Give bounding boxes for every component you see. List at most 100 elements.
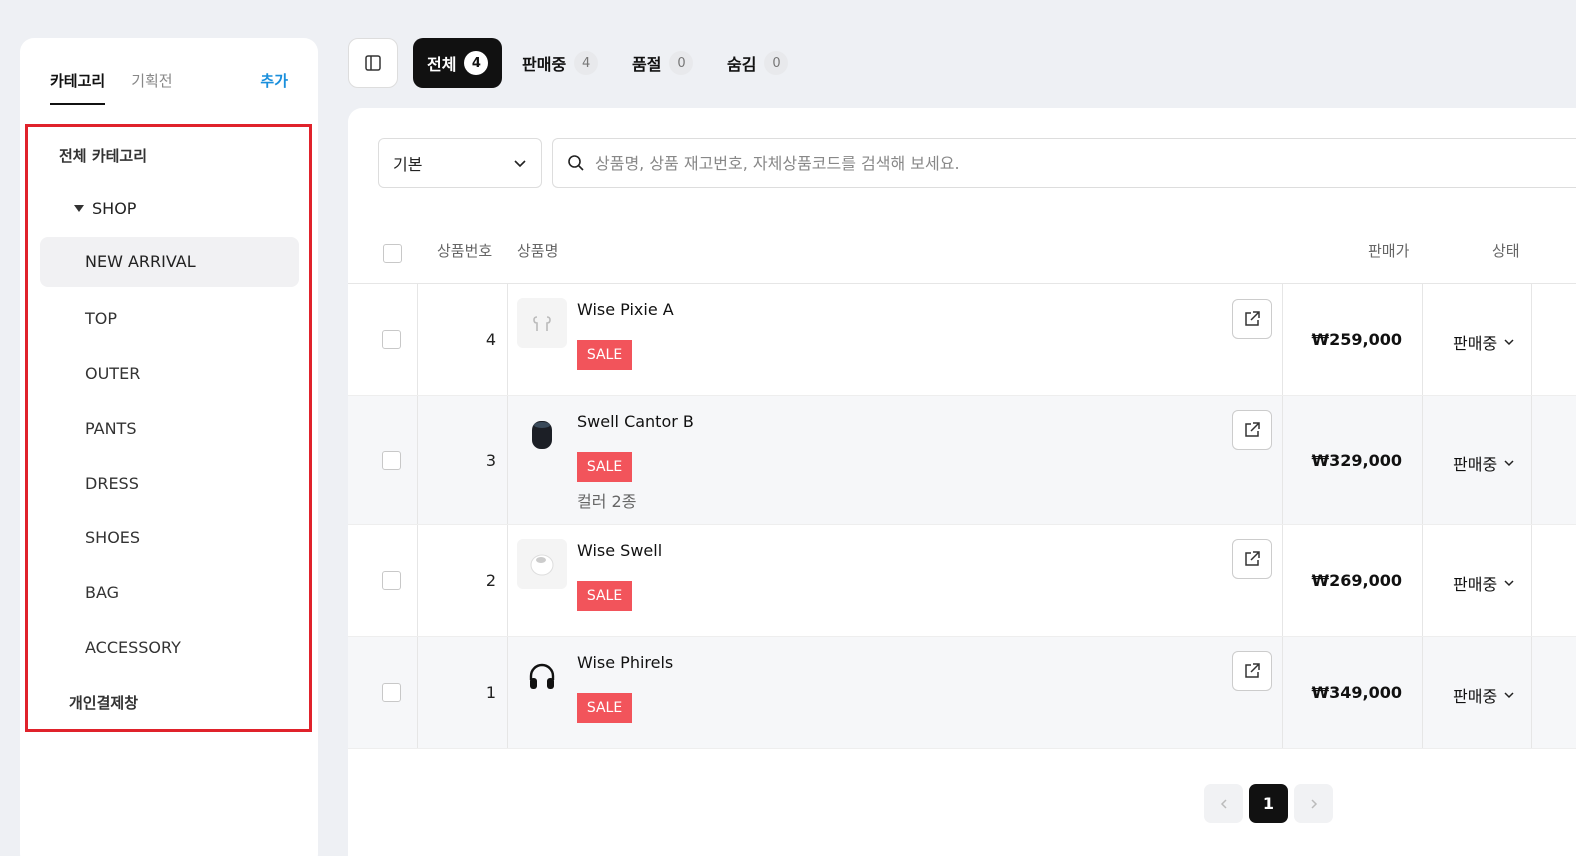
category-dress[interactable]: DRESS [85, 474, 139, 493]
product-number: 1 [485, 683, 496, 702]
status-tab-hidden[interactable]: 숨김 0 [727, 38, 789, 88]
product-thumbnail[interactable] [517, 298, 567, 348]
category-outer[interactable]: OUTER [85, 364, 140, 383]
select-all-checkbox[interactable] [383, 244, 402, 263]
external-link-icon [1245, 551, 1260, 566]
sort-select-value: 기본 [393, 155, 423, 174]
next-page-button[interactable] [1294, 784, 1333, 823]
speaker-icon [532, 421, 552, 449]
status-value: 판매중 [1453, 334, 1498, 353]
tab-category[interactable]: 카테고리 [50, 70, 106, 105]
chevron-left-icon [1220, 798, 1227, 809]
row-checkbox[interactable] [382, 683, 401, 702]
product-list-panel: 기본 상품번호 상품명 판매가 상태 4 Wise Pixie A SALE ₩… [348, 108, 1576, 856]
product-number: 3 [485, 451, 496, 470]
tab-exhibition[interactable]: 기획전 [131, 70, 172, 105]
category-bag[interactable]: BAG [85, 583, 119, 602]
table-row[interactable]: 3 Swell Cantor B SALE 컬러 2종 ₩329,000 판매중 [348, 396, 1576, 525]
product-thumbnail[interactable] [517, 539, 567, 589]
product-name[interactable]: Wise Pixie A [577, 300, 674, 319]
chevron-down-icon [514, 160, 526, 168]
external-link-icon [1245, 422, 1260, 437]
category-shop-label: SHOP [92, 199, 137, 218]
category-private-payment[interactable]: 개인결제창 [69, 692, 138, 713]
chevron-down-icon [1504, 460, 1514, 467]
status-tab-count: 4 [464, 51, 489, 75]
open-external-button[interactable] [1232, 299, 1272, 339]
status-value: 판매중 [1453, 687, 1498, 706]
category-pants[interactable]: PANTS [85, 419, 136, 438]
open-external-button[interactable] [1232, 539, 1272, 579]
product-thumbnail[interactable] [517, 410, 567, 460]
category-tree: 전체 카테고리 SHOP NEW ARRIVAL TOP OUTER PANTS… [25, 124, 312, 732]
category-sidebar: 카테고리 기획전 추가 전체 카테고리 SHOP NEW ARRIVAL TOP… [20, 38, 318, 856]
status-tab-label: 숨김 [727, 55, 757, 74]
product-price: ₩269,000 [1311, 571, 1402, 590]
sale-badge: SALE [577, 452, 632, 482]
product-name[interactable]: Wise Swell [577, 541, 662, 560]
header-status: 상태 [1492, 242, 1520, 260]
category-shop[interactable]: SHOP [74, 199, 136, 218]
pagination: 1 [1204, 784, 1333, 823]
category-top[interactable]: TOP [85, 309, 117, 328]
status-tab-all[interactable]: 전체 4 [413, 38, 503, 88]
product-name[interactable]: Swell Cantor B [577, 412, 694, 431]
status-tab-sold-out[interactable]: 품절 0 [632, 38, 694, 88]
product-price: ₩259,000 [1311, 330, 1402, 349]
status-tab-label: 전체 [427, 55, 457, 74]
category-new-arrival[interactable]: NEW ARRIVAL [40, 237, 299, 287]
table-row[interactable]: 4 Wise Pixie A SALE ₩259,000 판매중 [348, 284, 1576, 396]
status-dropdown[interactable]: 판매중 [1453, 330, 1515, 354]
category-accessory[interactable]: ACCESSORY [85, 638, 181, 657]
status-dropdown[interactable]: 판매중 [1453, 571, 1515, 595]
open-external-button[interactable] [1232, 651, 1272, 691]
earbuds-icon [533, 316, 551, 331]
product-number: 2 [485, 571, 496, 590]
header-product-no: 상품번호 [437, 242, 493, 260]
status-value: 판매중 [1453, 575, 1498, 594]
sale-badge: SALE [577, 693, 632, 723]
chevron-down-icon [1504, 692, 1514, 699]
external-link-icon [1245, 311, 1260, 326]
status-tab-count: 0 [669, 51, 694, 75]
product-price: ₩329,000 [1311, 451, 1402, 470]
category-shoes[interactable]: SHOES [85, 528, 140, 547]
caret-down-icon[interactable] [74, 205, 84, 212]
status-dropdown[interactable]: 판매중 [1453, 451, 1515, 475]
prev-page-button[interactable] [1204, 784, 1243, 823]
product-name[interactable]: Wise Phirels [577, 653, 673, 672]
row-checkbox[interactable] [382, 571, 401, 590]
page-button-current[interactable]: 1 [1249, 784, 1288, 823]
open-external-button[interactable] [1232, 410, 1272, 450]
chevron-down-icon [1504, 339, 1514, 346]
round-speaker-icon [530, 554, 554, 576]
table-row[interactable]: 2 Wise Swell SALE ₩269,000 판매중 [348, 525, 1576, 637]
row-checkbox[interactable] [382, 330, 401, 349]
sidebar-tabs: 카테고리 기획전 [50, 70, 173, 105]
search-input[interactable] [595, 153, 1495, 173]
chevron-down-icon [1504, 580, 1514, 587]
status-tab-label: 품절 [632, 55, 662, 74]
headphones-icon [529, 663, 555, 689]
table-header: 상품번호 상품명 판매가 상태 [348, 228, 1576, 284]
table-row[interactable]: 1 Wise Phirels SALE ₩349,000 판매중 [348, 637, 1576, 749]
status-dropdown[interactable]: 판매중 [1453, 683, 1515, 707]
product-thumbnail[interactable] [517, 651, 567, 701]
search-box [552, 138, 1576, 188]
sort-select[interactable]: 기본 [378, 138, 542, 188]
status-tab-count: 0 [764, 51, 789, 75]
add-category-button[interactable]: 추가 [260, 70, 288, 91]
sidebar-toggle-button[interactable] [348, 38, 398, 88]
status-tab-on-sale[interactable]: 판매중 4 [522, 38, 599, 88]
search-icon [568, 155, 584, 171]
status-value: 판매중 [1453, 455, 1498, 474]
category-all[interactable]: 전체 카테고리 [59, 145, 147, 166]
header-price: 판매가 [1368, 242, 1410, 260]
row-checkbox[interactable] [382, 451, 401, 470]
status-tab-count: 4 [574, 51, 599, 75]
external-link-icon [1245, 663, 1260, 678]
chevron-right-icon [1310, 798, 1317, 809]
product-price: ₩349,000 [1311, 683, 1402, 702]
header-product-name: 상품명 [517, 242, 559, 260]
status-tab-label: 판매중 [522, 55, 567, 74]
